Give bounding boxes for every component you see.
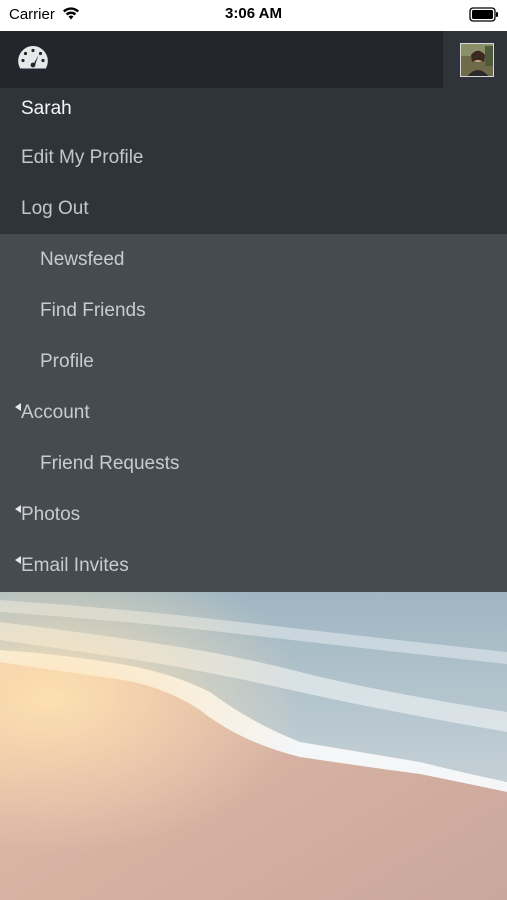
menu-item-photos[interactable]: Photos [0,489,507,540]
menu-item-find-friends[interactable]: Find Friends [0,285,507,336]
menu-item-newsfeed[interactable]: Newsfeed [0,234,507,285]
edit-profile-link[interactable]: Edit My Profile [21,147,143,169]
username-label: Sarah [21,98,72,119]
menu-item-label: Photos [21,504,81,525]
menu-item-profile[interactable]: Profile [0,336,507,387]
user-avatar[interactable] [460,43,494,77]
menu-item-label: Account [21,402,90,423]
nav-bar [0,31,507,88]
menu-item-label: Find Friends [40,300,146,321]
menu-item-label: Friend Requests [40,453,180,474]
account-section: Sarah Edit My Profile Log Out [0,88,507,234]
log-out-link[interactable]: Log Out [21,198,89,220]
status-time: 3:06 AM [225,5,282,22]
nav-left-panel [0,31,443,88]
dashboard-gauge-icon[interactable] [16,43,50,78]
menu-item-label: Email Invites [21,555,129,576]
menu-item-label: Newsfeed [40,249,125,270]
menu-item-friend-requests[interactable]: Friend Requests [0,438,507,489]
menu-item-email-invites[interactable]: Email Invites [0,540,507,591]
battery-icon [469,7,499,27]
side-menu: Newsfeed Find Friends Profile Account Fr… [0,234,507,592]
menu-item-label: Profile [40,351,94,372]
beach-background-image [0,592,507,900]
menu-item-account[interactable]: Account [0,387,507,438]
status-bar: Carrier 3:06 AM [0,0,507,31]
